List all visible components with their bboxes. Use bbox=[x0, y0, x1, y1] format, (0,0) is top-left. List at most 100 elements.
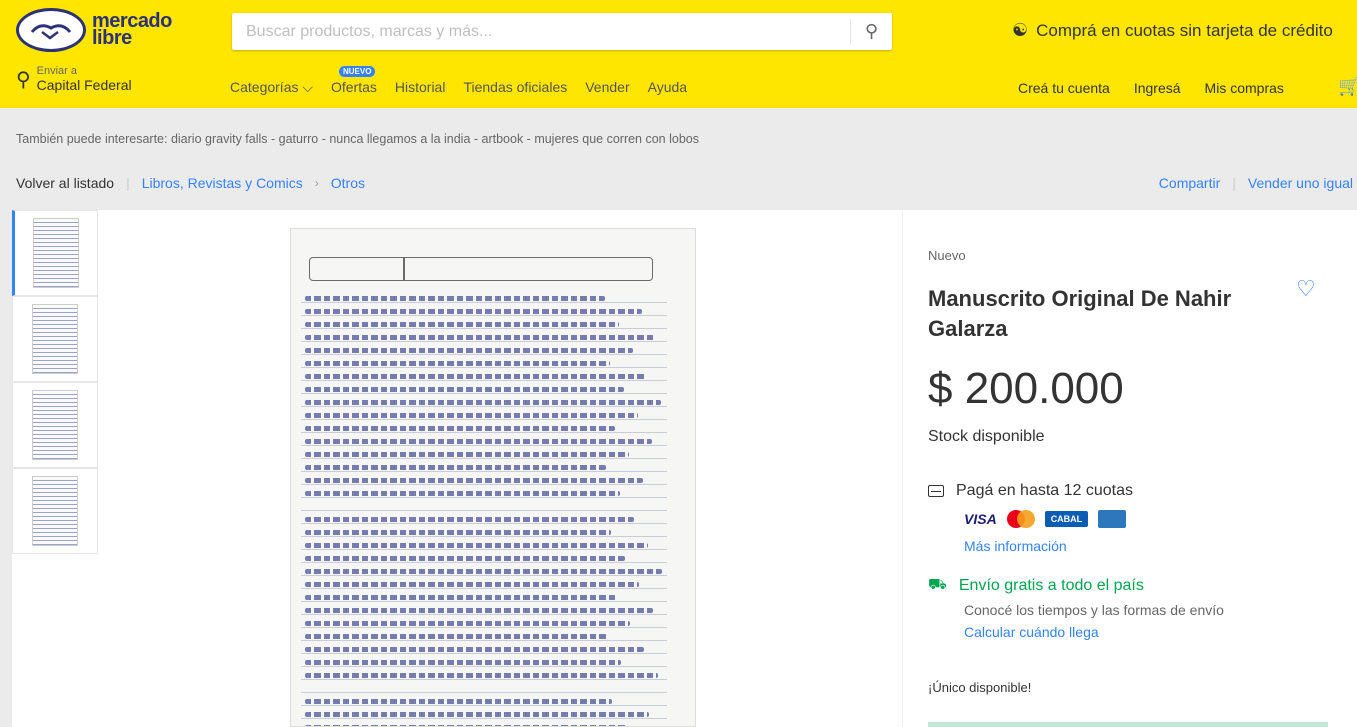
handwriting-line bbox=[305, 296, 605, 301]
ruled-line bbox=[301, 445, 667, 446]
share-divider: | bbox=[1232, 175, 1236, 191]
handwriting-line bbox=[305, 608, 653, 613]
handwriting-line bbox=[305, 348, 633, 353]
nav-historial[interactable]: Historial bbox=[395, 79, 446, 96]
thumbnail-list bbox=[12, 210, 98, 554]
ruled-line bbox=[301, 601, 667, 602]
more-info-link[interactable]: Más información bbox=[964, 538, 1067, 554]
ruled-line bbox=[301, 627, 667, 628]
thumbnail-3[interactable] bbox=[12, 382, 98, 468]
calculate-shipping-link[interactable]: Calcular cuándo llega bbox=[964, 624, 1099, 640]
truck-icon: ⛟ bbox=[928, 576, 947, 593]
handwriting-line bbox=[305, 374, 647, 379]
thumbnail-image bbox=[32, 390, 78, 460]
handwriting-line bbox=[305, 582, 639, 587]
location-label: Enviar a bbox=[36, 65, 78, 77]
credit-card-icon bbox=[928, 485, 944, 497]
handwriting-line bbox=[305, 699, 612, 704]
thumbnail-2[interactable] bbox=[12, 296, 98, 382]
ruled-line bbox=[301, 367, 667, 368]
buy-button-edge[interactable] bbox=[928, 722, 1328, 727]
handwriting-line bbox=[305, 556, 625, 561]
ruled-line bbox=[301, 419, 667, 420]
ruled-line bbox=[301, 705, 667, 706]
handwriting-line bbox=[305, 426, 615, 431]
product-card: Nuevo Manuscrito Original De Nahir Galar… bbox=[12, 210, 1357, 727]
nav-ayuda[interactable]: Ayuda bbox=[648, 79, 687, 96]
nav-categorias[interactable]: Categorías ⌵ bbox=[230, 79, 313, 96]
ruled-line bbox=[301, 653, 667, 654]
back-to-list-link[interactable]: Volver al listado bbox=[16, 175, 114, 191]
main-product-image[interactable] bbox=[290, 228, 696, 727]
nav-vender[interactable]: Vender bbox=[585, 79, 629, 96]
thumbnail-4[interactable] bbox=[12, 468, 98, 554]
breadcrumb-libros[interactable]: Libros, Revistas y Comics bbox=[142, 175, 303, 191]
promo-banner[interactable]: ☯ Comprá en cuotas sin tarjeta de crédit… bbox=[1012, 20, 1333, 41]
promo-text: Comprá en cuotas sin tarjeta de crédito bbox=[1036, 20, 1333, 40]
cart-icon[interactable]: 🛒 bbox=[1338, 76, 1357, 97]
product-price: $ 200.000 bbox=[928, 364, 1124, 413]
ruled-line bbox=[301, 471, 667, 472]
handwriting-line bbox=[305, 322, 619, 327]
handwriting-line bbox=[305, 413, 638, 418]
ruled-line bbox=[301, 523, 667, 524]
ruled-line bbox=[301, 575, 667, 576]
ruled-line bbox=[301, 718, 667, 719]
create-account-link[interactable]: Creá tu cuenta bbox=[1018, 80, 1110, 96]
ruled-line bbox=[301, 302, 667, 303]
mercadolibre-logo[interactable]: mercado libre bbox=[16, 8, 172, 52]
my-purchases-link[interactable]: Mis compras bbox=[1205, 80, 1284, 96]
handwriting-line bbox=[305, 530, 611, 535]
coin-hand-icon: ☯ bbox=[1012, 20, 1029, 40]
login-link[interactable]: Ingresá bbox=[1134, 80, 1181, 96]
share-actions: Compartir | Vender uno igual bbox=[1159, 175, 1353, 191]
breadcrumb-otros[interactable]: Otros bbox=[331, 175, 365, 191]
ruled-line bbox=[301, 510, 667, 511]
favorite-heart-icon[interactable]: ♡ bbox=[1296, 276, 1316, 302]
shipping-location[interactable]: ⚲ Enviar a Capital Federal bbox=[16, 65, 132, 93]
nav-tiendas-oficiales[interactable]: Tiendas oficiales bbox=[463, 79, 567, 96]
thumbnail-1[interactable] bbox=[12, 210, 98, 296]
product-title: Manuscrito Original De Nahir Galarza bbox=[928, 286, 1232, 341]
handwriting-line bbox=[305, 335, 656, 340]
thumbnail-image bbox=[33, 218, 79, 288]
breadcrumb: Volver al listado | Libros, Revistas y C… bbox=[16, 175, 365, 191]
handwriting-line bbox=[305, 361, 610, 366]
header: mercado libre ⚲ ☯ Comprá en cuotas sin t… bbox=[0, 0, 1357, 108]
ruled-line bbox=[301, 588, 667, 589]
shipping-subtitle: Conocé los tiempos y las formas de envío bbox=[964, 602, 1224, 618]
ruled-line bbox=[301, 679, 667, 680]
handwriting-line bbox=[305, 478, 643, 483]
handwriting-line bbox=[305, 595, 616, 600]
search-input[interactable] bbox=[232, 13, 852, 50]
stock-status: Stock disponible bbox=[928, 428, 1045, 445]
handwriting-line bbox=[305, 660, 621, 665]
unique-available-label: ¡Único disponible! bbox=[928, 680, 1032, 695]
also-interest-text: También puede interesarte: diario gravit… bbox=[16, 132, 699, 146]
handshake-icon bbox=[16, 8, 86, 52]
ruled-line bbox=[301, 692, 667, 693]
sell-same-link[interactable]: Vender uno igual bbox=[1248, 175, 1353, 191]
shipping-title: Envío gratis a todo el país bbox=[958, 576, 1144, 594]
visa-logo: VISA bbox=[964, 511, 997, 527]
handwriting-line bbox=[305, 439, 652, 444]
location-pin-icon: ⚲ bbox=[16, 68, 31, 91]
handwriting-line bbox=[305, 569, 662, 574]
ruled-line bbox=[301, 666, 667, 667]
handwriting-line bbox=[305, 465, 606, 470]
amex-logo bbox=[1098, 510, 1127, 528]
logo-text-bottom: libre bbox=[92, 27, 132, 49]
nav-ofertas[interactable]: NUEVO Ofertas bbox=[331, 66, 377, 96]
handwriting-line bbox=[305, 543, 648, 548]
payment-text: Pagá en hasta 12 cuotas bbox=[956, 482, 1134, 499]
handwriting-line bbox=[305, 400, 661, 405]
handwriting-line bbox=[305, 452, 629, 457]
share-link[interactable]: Compartir bbox=[1159, 175, 1220, 191]
ruled-line bbox=[301, 406, 667, 407]
search-button[interactable]: ⚲ bbox=[850, 19, 892, 44]
cabal-logo: CABAL bbox=[1044, 511, 1089, 527]
ruled-line bbox=[301, 562, 667, 563]
user-nav: Creá tu cuenta Ingresá Mis compras bbox=[1018, 80, 1284, 96]
ruled-line bbox=[301, 640, 667, 641]
thumbnail-image bbox=[32, 476, 78, 546]
